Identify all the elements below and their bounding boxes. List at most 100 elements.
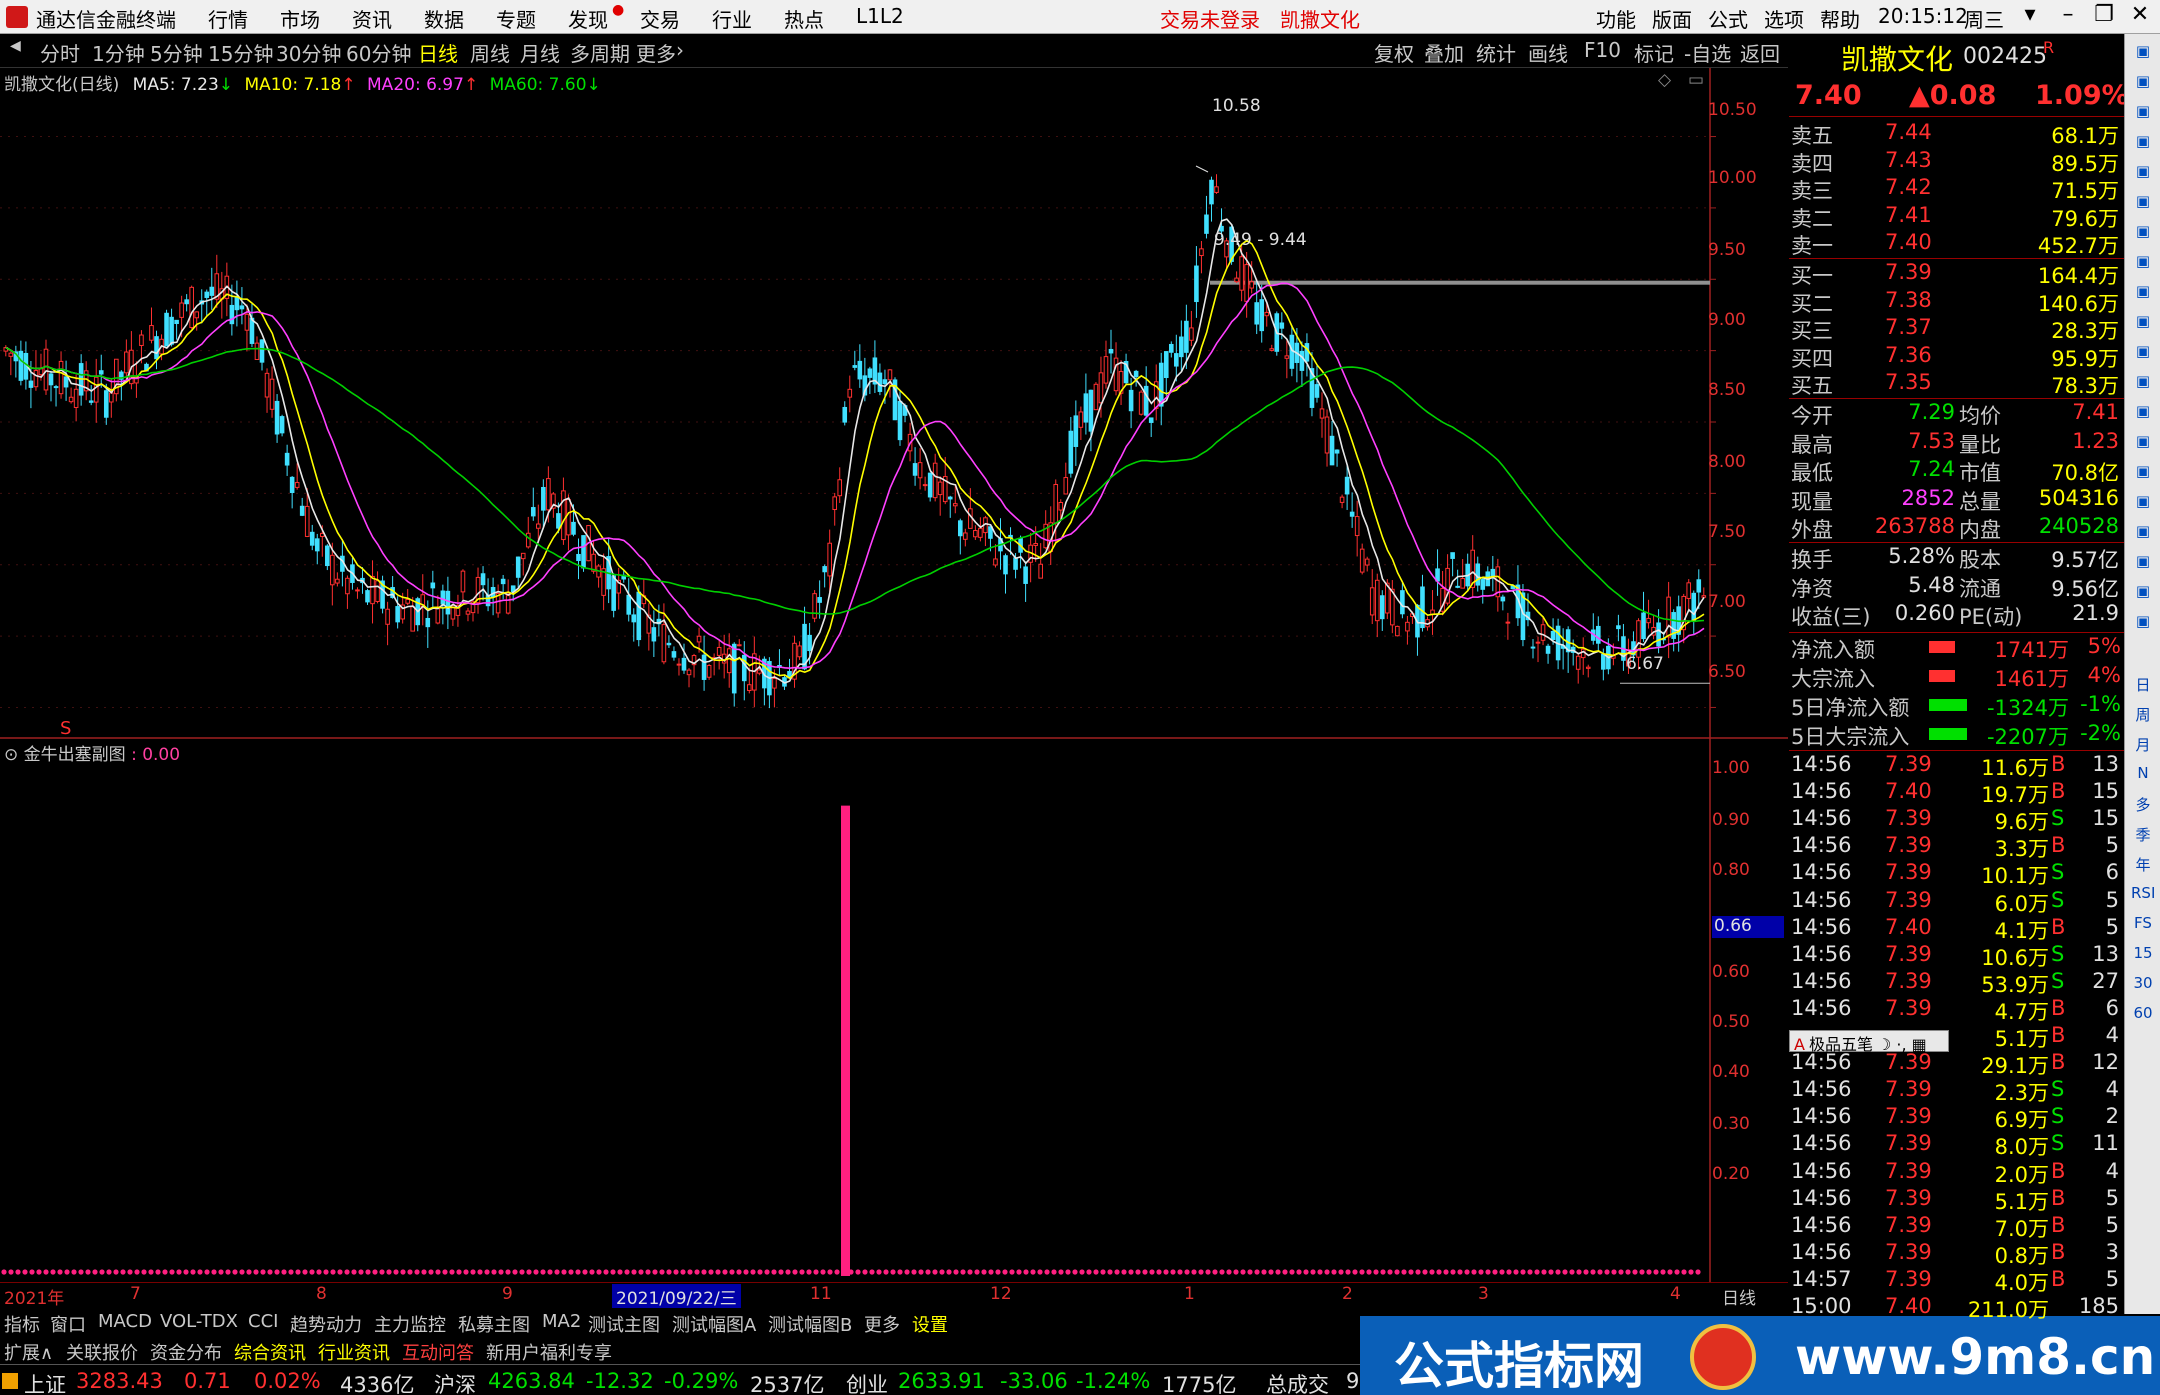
- tool-icon[interactable]: ▣: [2131, 42, 2155, 64]
- tool-icon[interactable]: ▣: [2131, 552, 2155, 574]
- minimize-icon[interactable]: –: [2048, 2, 2088, 32]
- tool-icon[interactable]: ▣: [2131, 282, 2155, 304]
- toolbar-button[interactable]: 叠加: [1424, 38, 1464, 67]
- strip-button[interactable]: 多: [2131, 794, 2155, 816]
- menu-item[interactable]: 选项: [1764, 4, 1804, 33]
- menu-item[interactable]: 资讯: [352, 4, 392, 33]
- tab[interactable]: 测试幅图B: [768, 1311, 852, 1337]
- menu-item[interactable]: 交易: [640, 4, 680, 33]
- book-row[interactable]: 卖四 7.43 89.5万: [1789, 148, 2124, 176]
- tool-icon[interactable]: ▣: [2131, 522, 2155, 544]
- strip-button[interactable]: 30: [2131, 974, 2155, 996]
- ime-toolbar[interactable]: A 极品五笔 ☽ ·, ▦: [1789, 1030, 1949, 1054]
- menu-item[interactable]: L1L2: [856, 4, 904, 28]
- tab-settings[interactable]: 设置: [912, 1311, 948, 1337]
- tool-icon[interactable]: ▣: [2131, 462, 2155, 484]
- tool-icon[interactable]: ▣: [2131, 252, 2155, 274]
- tool-icon[interactable]: ▣: [2131, 312, 2155, 334]
- tab[interactable]: 新用户福利专享: [486, 1339, 612, 1365]
- tab[interactable]: 私募主图: [458, 1311, 530, 1337]
- tool-icon[interactable]: ▣: [2131, 372, 2155, 394]
- tab[interactable]: MA2: [542, 1311, 581, 1332]
- tab[interactable]: 测试主图: [588, 1311, 660, 1337]
- strip-button[interactable]: 周: [2131, 704, 2155, 726]
- tab[interactable]: 指标: [4, 1311, 40, 1337]
- tab[interactable]: 行业资讯: [318, 1339, 390, 1365]
- period-tab-daily[interactable]: 日线: [418, 38, 458, 67]
- period-tab-more[interactable]: 更多: [636, 38, 676, 67]
- tool-icon[interactable]: ▣: [2131, 72, 2155, 94]
- period-indicator[interactable]: 日线: [1722, 1284, 1756, 1309]
- menu-item[interactable]: 专题: [496, 4, 536, 33]
- period-tab[interactable]: 15分钟: [208, 38, 273, 67]
- tool-icon[interactable]: ▣: [2131, 102, 2155, 124]
- collapse-sub-icon[interactable]: ⊙: [4, 745, 18, 765]
- menu-item[interactable]: 发现: [568, 4, 608, 33]
- book-row[interactable]: 买二 7.38 140.6万: [1789, 288, 2124, 316]
- strip-button[interactable]: 月: [2131, 734, 2155, 756]
- toolbar-button[interactable]: 统计: [1476, 38, 1516, 67]
- toolbar-button[interactable]: F10: [1584, 38, 1621, 62]
- menu-item[interactable]: 市场: [280, 4, 320, 33]
- tool-icon[interactable]: ▣: [2131, 432, 2155, 454]
- book-row[interactable]: 买五 7.35 78.3万: [1789, 370, 2124, 398]
- tab[interactable]: 测试幅图A: [672, 1311, 756, 1337]
- tool-icon[interactable]: ▣: [2131, 192, 2155, 214]
- tool-icon[interactable]: ▣: [2131, 492, 2155, 514]
- strip-button[interactable]: N: [2131, 764, 2155, 786]
- tab[interactable]: CCI: [248, 1311, 278, 1332]
- tab[interactable]: 主力监控: [374, 1311, 446, 1337]
- book-row[interactable]: 卖三 7.42 71.5万: [1789, 175, 2124, 203]
- book-row[interactable]: 买一 7.39 164.4万: [1789, 260, 2124, 288]
- strip-button[interactable]: RSI: [2131, 884, 2155, 906]
- book-row[interactable]: 买四 7.36 95.9万: [1789, 343, 2124, 371]
- strip-button[interactable]: 季: [2131, 824, 2155, 846]
- login-status[interactable]: 交易未登录: [1160, 4, 1260, 33]
- window-icon[interactable]: ▭: [1688, 70, 1704, 90]
- tab[interactable]: VOL-TDX: [160, 1311, 238, 1332]
- tab[interactable]: 更多: [864, 1311, 900, 1337]
- menu-item[interactable]: 数据: [424, 4, 464, 33]
- close-icon[interactable]: ✕: [2120, 2, 2160, 32]
- index-label[interactable]: 创业: [846, 1369, 888, 1395]
- restore-icon[interactable]: ❐: [2084, 2, 2124, 32]
- kline-chart[interactable]: S: [0, 68, 1788, 1282]
- tool-icon[interactable]: ▣: [2131, 342, 2155, 364]
- strip-button[interactable]: 年: [2131, 854, 2155, 876]
- tab[interactable]: 关联报价: [66, 1339, 138, 1365]
- book-row[interactable]: 买三 7.37 28.3万: [1789, 315, 2124, 343]
- tool-icon[interactable]: ▣: [2131, 582, 2155, 604]
- toolbar-button[interactable]: 画线: [1528, 38, 1568, 67]
- tool-icon[interactable]: ▣: [2131, 162, 2155, 184]
- period-tab[interactable]: 5分钟: [150, 38, 203, 67]
- strip-button[interactable]: 日: [2131, 674, 2155, 696]
- strip-button[interactable]: 15: [2131, 944, 2155, 966]
- menu-item[interactable]: 行情: [208, 4, 248, 33]
- menu-item[interactable]: 公式: [1708, 4, 1748, 33]
- index-label[interactable]: 上证: [24, 1369, 66, 1395]
- period-tab[interactable]: 1分钟: [92, 38, 145, 67]
- tab[interactable]: MACD: [98, 1311, 152, 1332]
- period-tab[interactable]: 60分钟: [346, 38, 411, 67]
- menu-item[interactable]: 功能: [1596, 4, 1636, 33]
- period-tab[interactable]: 30分钟: [276, 38, 341, 67]
- toolbar-button[interactable]: 复权: [1374, 38, 1414, 67]
- tab[interactable]: 综合资讯: [234, 1339, 306, 1365]
- tab[interactable]: 窗口: [50, 1311, 86, 1337]
- tab[interactable]: 互动问答: [402, 1339, 474, 1365]
- toolbar-button[interactable]: -自选: [1684, 38, 1731, 67]
- toolbar-button[interactable]: 返回: [1740, 38, 1780, 67]
- menu-item[interactable]: 行业: [712, 4, 752, 33]
- period-tab[interactable]: 周线: [470, 38, 510, 67]
- tool-icon[interactable]: ▣: [2131, 402, 2155, 424]
- more-icon[interactable]: ▾: [2010, 2, 2050, 32]
- chevron-right-icon[interactable]: ›: [676, 38, 684, 62]
- toolbar-button[interactable]: 标记: [1634, 38, 1674, 67]
- tool-icon[interactable]: ▣: [2131, 612, 2155, 634]
- period-tab[interactable]: 月线: [520, 38, 560, 67]
- book-row[interactable]: 卖五 7.44 68.1万: [1789, 120, 2124, 148]
- menu-item[interactable]: 热点: [784, 4, 824, 33]
- period-tab[interactable]: 分时: [40, 38, 80, 67]
- tab[interactable]: 扩展∧: [4, 1339, 53, 1365]
- menu-item[interactable]: 帮助: [1820, 4, 1860, 33]
